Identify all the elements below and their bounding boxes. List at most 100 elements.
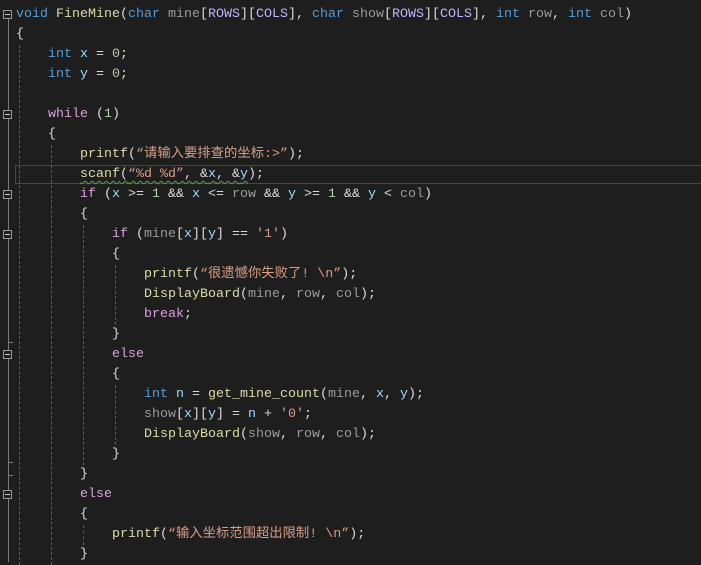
code-line[interactable]: if (mine[x][y] == '1') xyxy=(16,225,288,245)
code-line[interactable]: while (1) xyxy=(16,105,120,125)
code-line[interactable]: printf(“输入坐标范围超出限制! \n”); xyxy=(16,525,365,545)
code-editor[interactable]: void FineMine(char mine[ROWS][COLS], cha… xyxy=(0,0,701,565)
code-token-mac: ROWS xyxy=(392,7,424,22)
code-token-plain: { xyxy=(16,507,88,522)
code-token-plain: ( xyxy=(319,387,328,402)
collapse-region-icon[interactable] xyxy=(3,230,12,239)
code-token-plain: ( xyxy=(239,427,248,442)
code-token-plain: >= xyxy=(120,187,152,202)
code-token-plain: && xyxy=(256,187,288,202)
code-token-plain: , xyxy=(319,287,336,302)
code-line[interactable]: } xyxy=(16,325,120,345)
code-line[interactable]: if (x >= 1 && x <= row && y >= 1 && y < … xyxy=(16,185,432,205)
code-token-plain: ; xyxy=(120,47,128,62)
code-token-local: y xyxy=(240,167,248,182)
code-token-plain: [ xyxy=(175,227,184,242)
collapse-region-icon[interactable] xyxy=(3,10,12,19)
code-token-plain: ( xyxy=(159,527,168,542)
code-token-plain: ); xyxy=(359,287,376,302)
code-token-param: mine xyxy=(327,387,360,402)
code-token-plain: { xyxy=(16,367,120,382)
code-line[interactable]: { xyxy=(16,365,120,385)
code-token-plain: + xyxy=(255,407,280,422)
code-token-kw: int xyxy=(143,387,168,402)
code-token-plain: ( xyxy=(128,147,136,162)
code-token-kw: int xyxy=(568,7,592,22)
code-token-plain: ; xyxy=(303,407,312,422)
code-token-param: mine xyxy=(168,7,200,22)
collapse-region-icon[interactable] xyxy=(3,490,12,499)
code-token-plain: [ xyxy=(384,7,392,22)
code-line[interactable]: { xyxy=(16,245,120,265)
code-line[interactable]: else xyxy=(16,485,112,505)
code-line[interactable]: } xyxy=(16,465,88,485)
code-line[interactable]: { xyxy=(16,505,88,525)
code-token-fn: FineMine xyxy=(56,7,120,22)
code-token-plain: { xyxy=(16,247,120,262)
code-line[interactable]: void FineMine(char mine[ROWS][COLS], cha… xyxy=(16,5,632,25)
code-token-kw: char xyxy=(312,7,344,22)
code-line[interactable]: int x = 0; xyxy=(16,45,128,65)
code-line[interactable]: { xyxy=(16,125,56,145)
code-token-plain: [ xyxy=(200,7,208,22)
code-line[interactable]: } xyxy=(16,445,120,465)
code-token-plain: ][ xyxy=(191,407,208,422)
fold-end-marker xyxy=(8,342,13,343)
code-token-str: “请输入要排查的坐标:>” xyxy=(136,147,288,162)
code-token-plain: ; xyxy=(183,307,192,322)
code-token-local: y xyxy=(207,227,216,242)
code-line[interactable]: printf(“很遗憾你失败了! \n”); xyxy=(16,265,357,285)
code-line[interactable]: DisplayBoard(show, row, col); xyxy=(16,425,376,445)
code-token-ctl: else xyxy=(111,347,144,362)
code-token-plain: < xyxy=(376,187,400,202)
code-token-param: col xyxy=(600,7,624,22)
code-token-plain: ); xyxy=(248,167,264,182)
code-token-plain: , xyxy=(319,427,336,442)
code-token-plain: ); xyxy=(341,267,358,282)
code-token-str: “输入坐标范围超出限制! \n” xyxy=(167,527,350,542)
code-token-str: “%d %d” xyxy=(128,167,184,182)
collapse-region-icon[interactable] xyxy=(3,350,12,359)
collapse-region-icon[interactable] xyxy=(3,190,12,199)
code-token-local: n xyxy=(247,407,256,422)
code-line[interactable]: printf(“请输入要排查的坐标:>”); xyxy=(16,145,304,165)
code-token-str: “很遗憾你失败了! \n” xyxy=(199,267,342,282)
code-token-kw: int xyxy=(48,67,72,82)
code-token-fn: DisplayBoard xyxy=(143,287,240,302)
code-line[interactable]: { xyxy=(16,25,24,45)
code-line[interactable]: } xyxy=(16,545,88,565)
code-token-plain: = xyxy=(88,47,112,62)
code-token-fn: printf xyxy=(111,527,160,542)
code-token-num: 1 xyxy=(328,187,336,202)
code-line[interactable]: else xyxy=(16,345,144,365)
code-token-plain: } xyxy=(16,447,120,462)
code-token-plain: ); xyxy=(349,527,366,542)
code-token-local: x xyxy=(192,187,200,202)
fold-end-marker xyxy=(8,475,13,476)
code-token-fn: printf xyxy=(80,147,128,162)
code-token-plain: , xyxy=(359,387,376,402)
code-line[interactable]: show[x][y] = n + '0'; xyxy=(16,405,312,425)
code-line[interactable]: int n = get_mine_count(mine, x, y); xyxy=(16,385,424,405)
code-token-num: 1 xyxy=(104,107,112,122)
code-line[interactable]: break; xyxy=(16,305,192,325)
code-line[interactable]: int y = 0; xyxy=(16,65,128,85)
collapse-region-icon[interactable] xyxy=(3,110,12,119)
code-token-ctl: if xyxy=(80,187,96,202)
code-token-local: y xyxy=(288,187,296,202)
code-token-plain: , xyxy=(279,287,296,302)
code-line[interactable]: { xyxy=(16,205,88,225)
code-token-local: n xyxy=(175,387,184,402)
code-token-plain: ) xyxy=(424,187,432,202)
code-token-local: y xyxy=(399,387,408,402)
fold-end-marker xyxy=(8,462,13,463)
code-line[interactable]: DisplayBoard(mine, row, col); xyxy=(16,285,376,305)
code-line[interactable]: scanf(“%d %d”, &x, &y); xyxy=(16,165,264,185)
fold-gutter-line xyxy=(8,15,9,562)
code-token-plain: ); xyxy=(359,427,376,442)
